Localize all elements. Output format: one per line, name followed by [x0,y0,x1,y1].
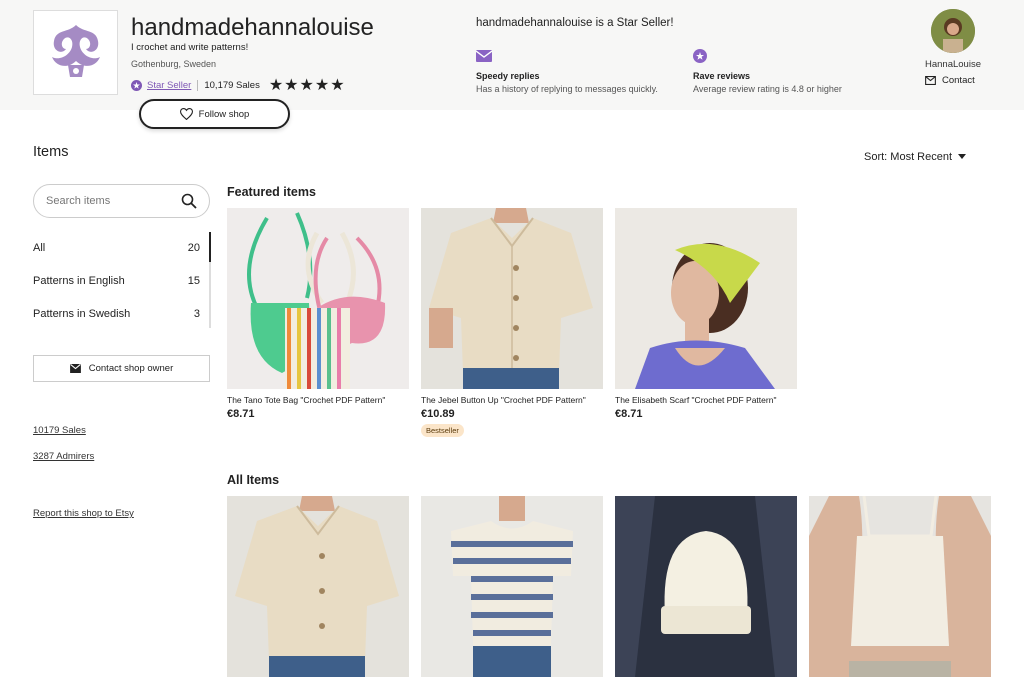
shop-tagline: I crochet and write patterns! [131,42,249,53]
shop-logo[interactable] [33,10,118,95]
product-image[interactable] [421,208,603,389]
featured-heading: Featured items [227,185,316,199]
all-items-heading: All Items [227,473,280,487]
shop-stats: Star Seller 10,179 Sales ★★★★★ [131,75,346,95]
caret-down-icon [958,154,967,159]
rating-stars[interactable]: ★★★★★ [269,75,346,95]
contact-label: Contact [942,75,975,86]
product-price: €8.71 [227,408,255,420]
shop-owner[interactable]: HannaLouise [920,9,986,70]
sort-label: Sort: Most Recent [864,151,953,163]
category-label: All [33,241,46,254]
product-image[interactable] [227,208,409,389]
shop-name: handmadehannalouise [131,14,374,41]
item-card[interactable] [227,496,409,677]
item-card[interactable] [809,496,991,677]
star-seller-link[interactable]: Star Seller [147,80,191,91]
star-seller-icon [131,79,142,91]
sales-link[interactable]: 10179 Sales [33,425,86,436]
product-image[interactable] [227,496,409,677]
search-placeholder: Search items [46,195,111,207]
items-heading: Items [33,144,69,160]
search-icon[interactable] [181,193,197,209]
heart-icon [179,108,193,120]
feature-speedy-replies: Speedy replies Has a history of replying… [475,49,706,94]
product-image[interactable] [421,496,603,677]
star-badge-icon [693,49,707,63]
feature-title: Rave reviews [693,71,751,81]
category-count: 3 [193,307,200,320]
mail-icon [69,364,81,373]
bestseller-badge: Bestseller [421,424,464,437]
feature-desc: Average review rating is 4.8 or higher [693,84,842,94]
follow-shop-button[interactable]: Follow shop [139,99,290,129]
category-label: Patterns in English [33,274,125,287]
product-image[interactable] [809,496,991,677]
category-label: Patterns in Swedish [33,307,131,320]
featured-item-card[interactable]: The Tano Tote Bag "Crochet PDF Pattern" … [227,208,409,420]
mail-icon [925,76,936,85]
search-input[interactable]: Search items [33,184,210,218]
category-patterns-swedish[interactable]: Patterns in Swedish 3 [33,297,210,330]
star-seller-statement: handmadehannalouise is a Star Seller! [476,17,674,29]
category-list: All 20 Patterns in English 15 Patterns i… [33,231,210,330]
category-all[interactable]: All 20 [33,231,210,264]
divider [197,79,199,91]
category-count: 20 [187,241,200,254]
featured-item-card[interactable]: The Elisabeth Scarf "Crochet PDF Pattern… [615,208,797,420]
product-image[interactable] [615,208,797,389]
category-selection-bar [209,232,211,328]
product-title[interactable]: The Tano Tote Bag "Crochet PDF Pattern" [227,395,409,405]
product-price: €8.71 [615,408,643,420]
contact-shop-owner-label: Contact shop owner [88,363,174,374]
feature-desc: Has a history of replying to messages qu… [476,84,658,94]
contact-shop-owner-button[interactable]: Contact shop owner [33,355,210,382]
avatar[interactable] [931,9,975,53]
featured-item-card[interactable]: The Jebel Button Up "Crochet PDF Pattern… [421,208,603,438]
owner-name: HannaLouise [925,59,981,70]
envelope-icon [475,50,493,62]
admirers-link[interactable]: 3287 Admirers [33,451,94,462]
product-image[interactable] [615,496,797,677]
sort-dropdown[interactable]: Sort: Most Recent [864,151,967,163]
category-count: 15 [187,274,200,287]
shop-header: handmadehannalouise I crochet and write … [0,0,1024,129]
item-card[interactable] [421,496,603,677]
feature-rave-reviews: Rave reviews Average review rating is 4.… [693,49,923,94]
product-title[interactable]: The Elisabeth Scarf "Crochet PDF Pattern… [615,395,797,405]
category-patterns-english[interactable]: Patterns in English 15 [33,264,210,297]
report-shop-link[interactable]: Report this shop to Etsy [33,508,134,519]
sales-count: 10,179 Sales [204,79,260,91]
feature-title: Speedy replies [476,71,540,81]
follow-shop-label: Follow shop [198,108,250,120]
product-title[interactable]: The Jebel Button Up "Crochet PDF Pattern… [421,395,603,405]
product-price: €10.89 [421,408,455,420]
contact-button[interactable]: Contact [925,75,975,86]
shop-location: Gothenburg, Sweden [131,59,217,69]
item-card[interactable] [615,496,797,677]
